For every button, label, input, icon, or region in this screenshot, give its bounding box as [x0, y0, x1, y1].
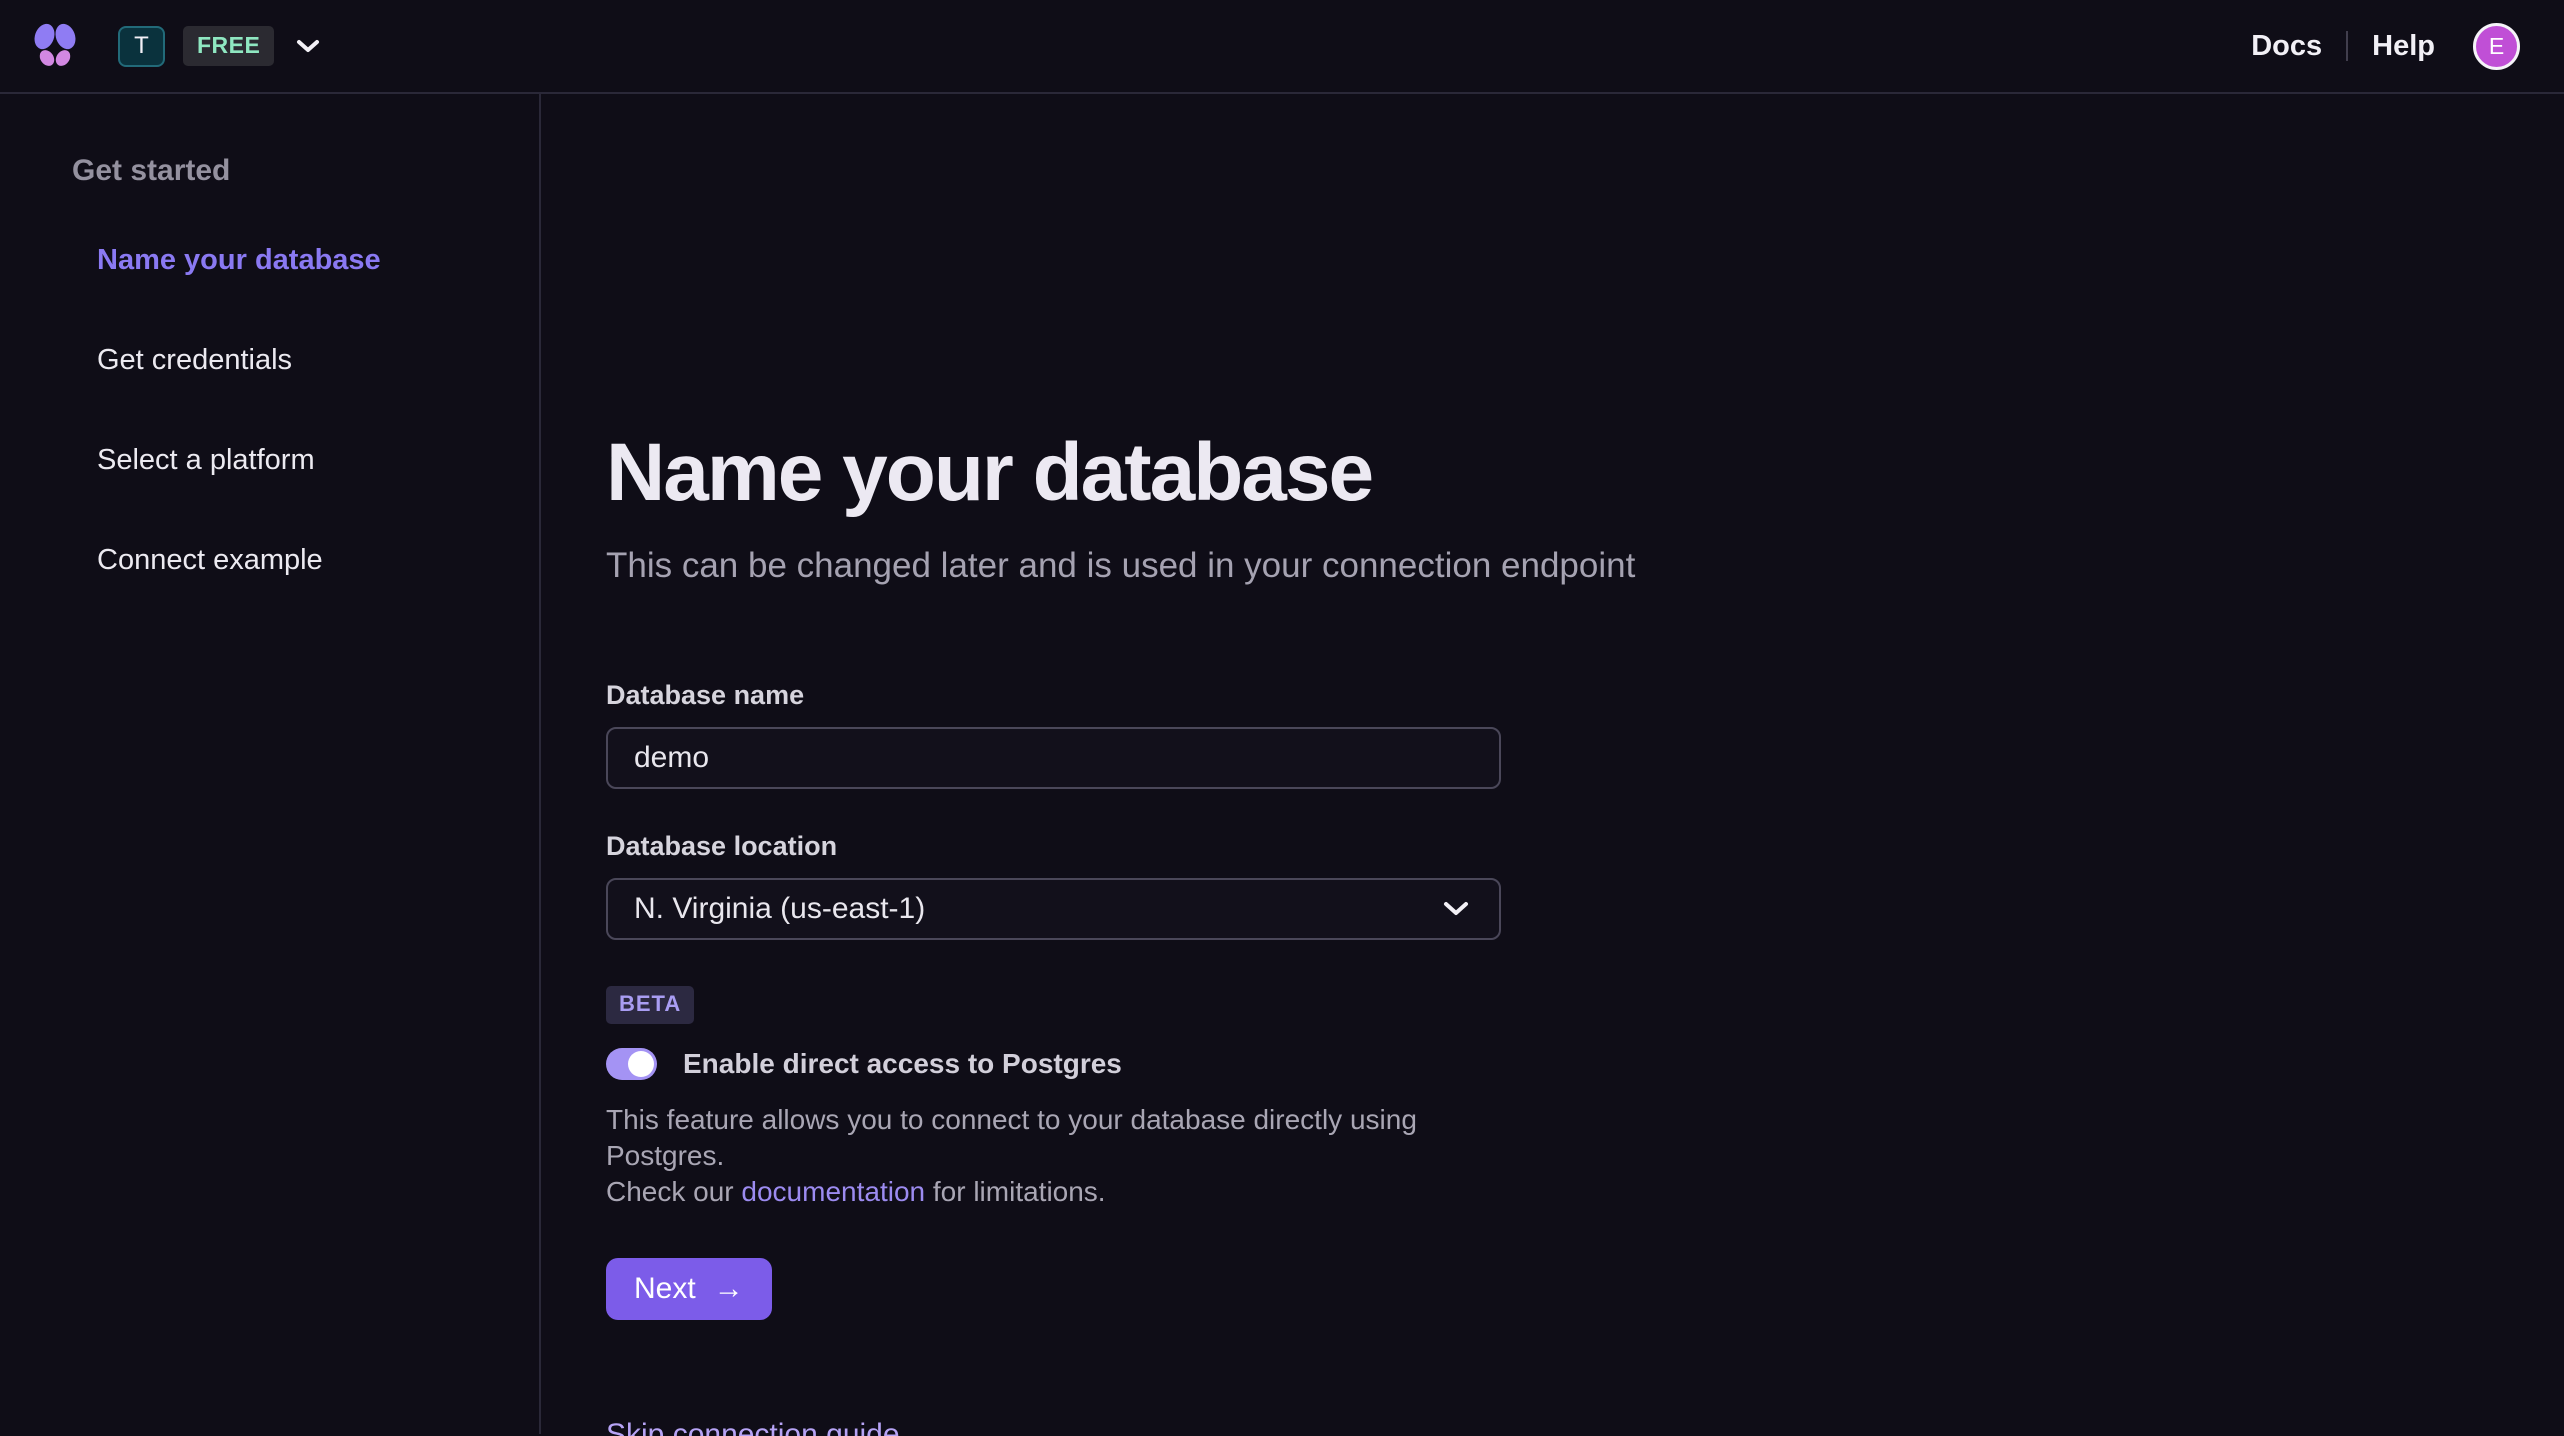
documentation-link[interactable]: documentation [741, 1176, 925, 1207]
page-subtitle: This can be changed later and is used in… [606, 546, 2564, 586]
org-initial: T [134, 32, 149, 60]
next-button-label: Next [634, 1272, 696, 1306]
database-location-select[interactable]: N. Virginia (us-east-1) [606, 878, 1501, 940]
sidebar-item-select-a-platform[interactable]: Select a platform [97, 444, 539, 477]
feature-description: This feature allows you to connect to yo… [606, 1102, 1501, 1210]
docs-link[interactable]: Docs [2251, 30, 2322, 63]
user-avatar[interactable]: E [2473, 23, 2520, 70]
sidebar-item-connect-example[interactable]: Connect example [97, 544, 539, 577]
sidebar-item-name-your-database[interactable]: Name your database [97, 244, 539, 277]
database-form: Database name Database location N. Virgi… [606, 680, 1501, 1436]
database-location-value: N. Virginia (us-east-1) [634, 892, 925, 926]
toggle-knob [628, 1051, 654, 1077]
skip-connection-guide-link[interactable]: Skip connection guide [606, 1418, 900, 1436]
sidebar-item-get-credentials[interactable]: Get credentials [97, 344, 539, 377]
next-button[interactable]: Next → [606, 1258, 772, 1320]
feature-description-prefix: Check our [606, 1176, 741, 1207]
feature-description-suffix: for limitations. [925, 1176, 1106, 1207]
arrow-right-icon: → [714, 1274, 744, 1304]
step-list: Name your database Get credentials Selec… [72, 244, 539, 577]
postgres-toggle-label: Enable direct access to Postgres [683, 1048, 1122, 1080]
topbar-divider [2346, 31, 2348, 61]
org-switcher-chevron[interactable] [296, 39, 320, 53]
page-title: Name your database [606, 94, 2564, 516]
beta-badge: BETA [606, 986, 694, 1024]
onboarding-sidebar: Get started Name your database Get crede… [0, 94, 541, 1434]
feature-description-line1: This feature allows you to connect to yo… [606, 1104, 1417, 1171]
page-body: Get started Name your database Get crede… [0, 94, 2564, 1434]
database-name-label: Database name [606, 680, 1501, 711]
chevron-down-icon [296, 39, 320, 53]
avatar-initial: E [2489, 33, 2504, 60]
postgres-access-toggle[interactable] [606, 1048, 657, 1080]
postgres-toggle-row: Enable direct access to Postgres [606, 1048, 1501, 1080]
help-link[interactable]: Help [2372, 30, 2435, 63]
sidebar-heading: Get started [72, 154, 539, 188]
database-location-label: Database location [606, 831, 1501, 862]
butterfly-logo[interactable] [32, 23, 78, 69]
main-content: Name your database This can be changed l… [541, 94, 2564, 1434]
topbar: T FREE Docs Help E [0, 0, 2564, 94]
chevron-down-icon [1443, 901, 1469, 917]
org-initial-badge[interactable]: T [118, 26, 165, 67]
database-name-input[interactable] [606, 727, 1501, 789]
plan-badge[interactable]: FREE [183, 26, 274, 66]
